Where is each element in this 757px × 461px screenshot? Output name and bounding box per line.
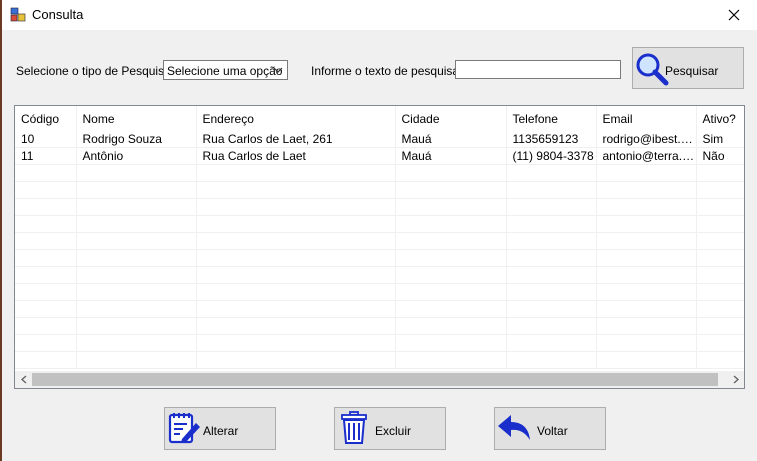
search-type-label: Selecione o tipo de Pesquisa:: [16, 64, 175, 78]
search-text-label: Informe o texto de pesquisa:: [311, 64, 463, 78]
empty-row: [15, 351, 744, 369]
search-text-input[interactable]: [455, 60, 621, 79]
scroll-right-button[interactable]: [727, 371, 744, 388]
cell-codigo[interactable]: 11: [15, 147, 77, 165]
back-arrow-icon: [498, 415, 530, 440]
empty-row: [15, 300, 744, 318]
delete-button[interactable]: Excluir: [334, 407, 446, 450]
horizontal-scrollbar[interactable]: [15, 371, 744, 388]
search-type-selected-value: Selecione uma opção: [167, 64, 283, 78]
consulta-window: Consulta Selecione o tipo de Pesquisa: S…: [2, 0, 757, 461]
cell-codigo[interactable]: 10: [15, 131, 77, 148]
empty-row: [15, 181, 744, 199]
cell-email[interactable]: rodrigo@ibest.c...: [596, 131, 697, 148]
cell-nome[interactable]: Antônio: [76, 147, 197, 165]
scroll-thumb[interactable]: [32, 373, 718, 386]
cell-telefone[interactable]: 1135659123: [506, 131, 597, 148]
column-header-endereco[interactable]: Endereço: [196, 106, 396, 131]
app-icon: [10, 7, 26, 22]
trash-icon: [341, 411, 367, 444]
column-header-cidade[interactable]: Cidade: [395, 106, 507, 131]
empty-row: [15, 283, 744, 301]
empty-row: [15, 317, 744, 335]
column-header-nome[interactable]: Nome: [76, 106, 197, 131]
table-row[interactable]: 10 Rodrigo Souza Rua Carlos de Laet, 261…: [15, 131, 744, 148]
column-header-ativo[interactable]: Ativo?: [696, 106, 744, 131]
table-row[interactable]: 11 Antônio Rua Carlos de Laet Mauá (11) …: [15, 147, 744, 165]
cell-ativo[interactable]: Não: [696, 147, 744, 165]
empty-row: [15, 198, 744, 216]
cell-cidade[interactable]: Mauá: [395, 131, 507, 148]
edit-button-label: Alterar: [203, 424, 239, 438]
results-grid[interactable]: Código Nome Endereço Cidade Telefone Ema…: [14, 105, 745, 389]
cell-endereco[interactable]: Rua Carlos de Laet, 261: [196, 131, 396, 148]
back-button-label: Voltar: [537, 424, 568, 438]
cell-telefone[interactable]: (11) 9804-3378: [506, 147, 597, 165]
column-header-codigo[interactable]: Código: [15, 106, 77, 131]
chevron-down-icon: [273, 67, 283, 73]
close-button[interactable]: [711, 0, 757, 30]
results-table: Código Nome Endereço Cidade Telefone Ema…: [15, 106, 744, 369]
window-title: Consulta: [32, 7, 84, 22]
column-header-telefone[interactable]: Telefone: [506, 106, 597, 131]
close-icon: [728, 9, 740, 21]
cell-ativo[interactable]: Sim: [696, 131, 744, 148]
chevron-right-icon: [733, 375, 739, 384]
empty-row: [15, 164, 744, 182]
delete-button-label: Excluir: [375, 424, 412, 438]
empty-row: [15, 334, 744, 352]
title-bar[interactable]: Consulta: [2, 0, 757, 30]
empty-row: [15, 266, 744, 284]
edit-button[interactable]: Alterar: [164, 407, 276, 450]
header-row: Código Nome Endereço Cidade Telefone Ema…: [15, 106, 744, 131]
column-header-email[interactable]: Email: [596, 106, 697, 131]
edit-document-icon: [168, 413, 200, 444]
back-button[interactable]: Voltar: [494, 407, 606, 450]
cell-nome[interactable]: Rodrigo Souza: [76, 131, 197, 148]
cell-cidade[interactable]: Mauá: [395, 147, 507, 165]
chevron-left-icon: [20, 375, 26, 384]
cell-email[interactable]: antonio@terra.c...: [596, 147, 697, 165]
cell-endereco[interactable]: Rua Carlos de Laet: [196, 147, 396, 165]
magnifier-icon: [636, 53, 669, 86]
search-button[interactable]: Pesquisar: [632, 47, 744, 89]
scroll-left-button[interactable]: [15, 371, 32, 388]
empty-row: [15, 215, 744, 233]
search-button-label: Pesquisar: [665, 64, 719, 78]
empty-row: [15, 249, 744, 267]
search-type-select[interactable]: Selecione uma opção: [163, 60, 288, 80]
empty-row: [15, 232, 744, 250]
